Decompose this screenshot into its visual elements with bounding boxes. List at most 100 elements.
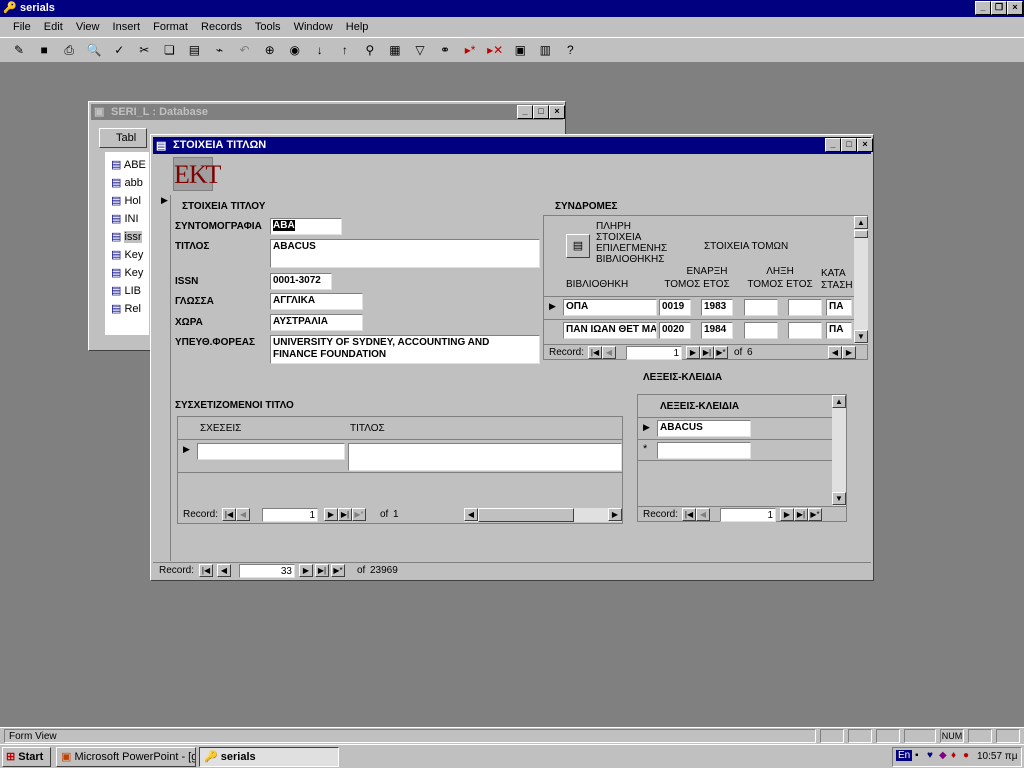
find-icon[interactable]: ⚭ — [434, 39, 456, 61]
last-record-button[interactable]: ▶| — [794, 508, 808, 521]
clock[interactable]: 10:57 πμ — [977, 751, 1017, 762]
menu-window[interactable]: Window — [294, 21, 333, 33]
tray-icon[interactable]: ◆ — [939, 750, 947, 761]
prev-record-button[interactable]: ◀ — [217, 564, 231, 577]
keywords-subform[interactable]: ΛΕΞΕΙΣ-ΚΛΕΙΔΙΑ ▶ ABACUS * ▲ ▼ Record: |◀… — [637, 394, 847, 522]
keyword-field[interactable]: ABACUS — [657, 420, 751, 437]
db-object-list[interactable]: ▤ ABE ▤ abb ▤ Hol ▤ INI ▤ issr ▤ Key ▤ K… — [105, 152, 149, 335]
list-item[interactable]: * — [638, 439, 833, 461]
prev-record-button[interactable]: ◀ — [602, 346, 616, 359]
sort-ascending-icon[interactable]: ↓ — [309, 39, 331, 61]
menu-file[interactable]: File — [13, 21, 31, 33]
print-preview-icon[interactable]: 🔍 — [83, 39, 105, 61]
row-vol[interactable]: 0020 — [659, 322, 691, 339]
list-item[interactable]: ▤ INI — [111, 212, 139, 225]
row-year[interactable]: 1984 — [701, 322, 733, 339]
tab-tables[interactable]: Tabl — [99, 128, 147, 148]
restore-button[interactable]: ❐ — [991, 1, 1007, 15]
format-painter-icon[interactable]: ⌁ — [209, 39, 231, 61]
menu-insert[interactable]: Insert — [113, 21, 141, 33]
task-serials[interactable]: 🔑 serials — [199, 747, 339, 767]
save-icon[interactable]: ■ — [33, 39, 55, 61]
prev-record-button[interactable]: ◀ — [696, 508, 710, 521]
print-icon[interactable]: ⎙ — [58, 39, 80, 61]
row-end-year[interactable] — [788, 299, 822, 316]
first-record-button[interactable]: |◀ — [588, 346, 602, 359]
scroll-right-icon[interactable]: ▶ — [608, 508, 622, 521]
tray-icon[interactable]: ● — [963, 750, 969, 761]
form-close-button[interactable]: × — [857, 138, 873, 152]
last-record-button[interactable]: ▶| — [700, 346, 714, 359]
list-item[interactable]: ▤ ABE — [111, 158, 146, 171]
minimize-button[interactable]: _ — [975, 1, 991, 15]
first-record-button[interactable]: |◀ — [682, 508, 696, 521]
new-record-icon[interactable]: ▸* — [459, 39, 481, 61]
table-row[interactable]: ▶ ΟΠΑ 0019 1983 ΠΑ — [544, 296, 854, 318]
subscriptions-subform[interactable]: ▤ ΠΛΗΡΗ ΣΤΟΙΧΕΙΑ ΕΠΙΛΕΓΜΕΝΗΣ ΒΙΒΛΙΟΘΗΚΗΣ… — [543, 215, 868, 360]
list-item[interactable]: ▤ issr — [111, 230, 142, 243]
tray-icon[interactable]: ♦ — [951, 750, 956, 761]
menu-tools[interactable]: Tools — [255, 21, 281, 33]
scroll-down-icon[interactable]: ▼ — [854, 330, 868, 343]
menu-records[interactable]: Records — [201, 21, 242, 33]
table-row[interactable]: ΠΑΝ ΙΩΑΝ ΘΕΤ ΜΑ 0020 1984 ΠΑ — [544, 319, 854, 341]
row-end-vol[interactable] — [744, 299, 778, 316]
list-item[interactable]: ▤ Key — [111, 248, 143, 261]
related-subform[interactable]: ΣΧΕΣΕΙΣ ΤΙΤΛΟΣ ▶ Record: |◀ ◀ 1 ▶ ▶| ▶* … — [177, 416, 623, 524]
row-end-vol[interactable] — [744, 322, 778, 339]
next-record-button[interactable]: ▶ — [686, 346, 700, 359]
menu-view[interactable]: View — [76, 21, 100, 33]
new-record-button[interactable]: ▶* — [808, 508, 822, 521]
row-vol[interactable]: 0019 — [659, 299, 691, 316]
sort-descending-icon[interactable]: ↑ — [334, 39, 356, 61]
row-year[interactable]: 1983 — [701, 299, 733, 316]
relation-field[interactable] — [197, 443, 345, 460]
design-view-icon[interactable]: ✎ — [8, 39, 30, 61]
language-field[interactable]: ΑΓΓΛΙΚΑ — [270, 293, 363, 310]
db-close-button[interactable]: × — [549, 105, 565, 119]
paste-icon[interactable]: ▤ — [183, 39, 205, 61]
row-library[interactable]: ΟΠΑ — [563, 299, 657, 316]
library-details-button[interactable]: ▤ — [566, 234, 590, 258]
first-record-button[interactable]: |◀ — [222, 508, 236, 521]
form-window[interactable]: ▤ ΣΤΟΙΧΕΙΑ ΤΙΤΛΩΝ _ □ × ΕΚΤ ▶ ΣΤΟΙΧΕΙΑ Τ… — [150, 134, 874, 581]
undo-icon[interactable]: ↶ — [234, 39, 256, 61]
list-item[interactable]: ▶ ABACUS — [638, 417, 833, 439]
body-field[interactable]: UNIVERSITY OF SYDNEY, ACCOUNTING AND FIN… — [270, 335, 540, 364]
new-record-button[interactable]: ▶* — [352, 508, 366, 521]
close-button[interactable]: × — [1007, 1, 1023, 15]
list-item[interactable]: ▤ Rel — [111, 302, 141, 315]
tray-icon[interactable]: ♥ — [927, 750, 933, 761]
record-number-input[interactable]: 1 — [262, 508, 318, 522]
form-minimize-button[interactable]: _ — [825, 138, 841, 152]
language-indicator[interactable]: En — [896, 750, 913, 761]
row-library[interactable]: ΠΑΝ ΙΩΑΝ ΘΕΤ ΜΑ — [563, 322, 657, 339]
record-selector[interactable]: ▶ — [159, 195, 171, 561]
apply-filter-icon[interactable]: ▽ — [409, 39, 431, 61]
copy-icon[interactable]: ❏ — [158, 39, 180, 61]
related-title-field[interactable] — [348, 443, 622, 471]
web-toolbar-icon[interactable]: ◉ — [284, 39, 306, 61]
next-record-button[interactable]: ▶ — [299, 564, 313, 577]
record-number-input[interactable]: 1 — [626, 346, 682, 360]
next-record-button[interactable]: ▶ — [780, 508, 794, 521]
insert-hyperlink-icon[interactable]: ⊕ — [259, 39, 281, 61]
record-number-input[interactable]: 33 — [239, 564, 295, 578]
tray-icon[interactable]: ▪ — [915, 750, 919, 761]
country-field[interactable]: ΑΥΣΤΡΑΛΙΑ — [270, 314, 363, 331]
list-item[interactable]: ▤ Key — [111, 266, 143, 279]
form-maximize-button[interactable]: □ — [841, 138, 857, 152]
scroll-down-icon[interactable]: ▼ — [832, 492, 846, 505]
new-keyword-field[interactable] — [657, 442, 751, 459]
db-minimize-button[interactable]: _ — [517, 105, 533, 119]
last-record-button[interactable]: ▶| — [338, 508, 352, 521]
related-hscroll[interactable]: ◀ ▶ — [464, 508, 622, 522]
list-item[interactable]: ▤ abb — [111, 176, 143, 189]
row-end-year[interactable] — [788, 322, 822, 339]
filter-by-selection-icon[interactable]: ⚲ — [359, 39, 381, 61]
first-record-button[interactable]: |◀ — [199, 564, 213, 577]
table-row[interactable]: ▶ — [178, 439, 622, 473]
new-record-button[interactable]: ▶* — [714, 346, 728, 359]
filter-by-form-icon[interactable]: ▦ — [384, 39, 406, 61]
abbrev-field[interactable]: ABA — [270, 218, 342, 235]
